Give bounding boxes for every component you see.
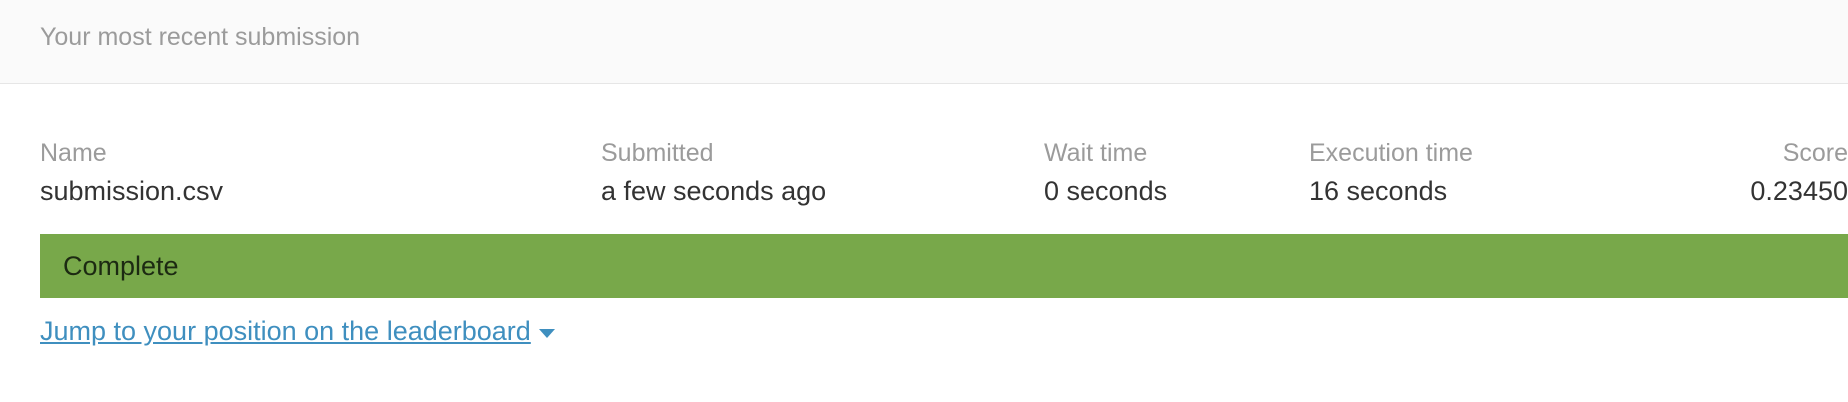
section-title: Your most recent submission [40,23,361,51]
wait-time-column: Wait time 0 seconds [1044,138,1167,208]
status-bar: Complete [40,234,1848,298]
caret-down-icon [538,329,555,338]
submitted-column: Submitted a few seconds ago [601,138,826,208]
name-column: Name submission.csv [40,138,223,208]
execution-time-label: Execution time [1309,139,1473,167]
execution-time-column: Execution time 16 seconds [1309,138,1473,208]
leaderboard-link-label: Jump to your position on the leaderboard [40,316,531,346]
name-value: submission.csv [40,176,224,206]
submitted-value: a few seconds ago [601,176,827,206]
score-value: 0.23450 [1750,176,1848,206]
leaderboard-link[interactable]: Jump to your position on the leaderboard [40,316,555,347]
score-column: Score 0.23450 [1750,138,1848,208]
submission-details: Name submission.csv Submitted a few seco… [0,84,1848,402]
execution-time-value: 16 seconds [1309,176,1448,206]
submitted-label: Submitted [601,139,714,167]
score-label: Score [1782,139,1848,167]
name-label: Name [40,139,107,167]
wait-time-value: 0 seconds [1044,176,1168,206]
wait-time-label: Wait time [1044,139,1148,167]
status-text: Complete [63,250,179,281]
section-header: Your most recent submission [0,0,1848,84]
